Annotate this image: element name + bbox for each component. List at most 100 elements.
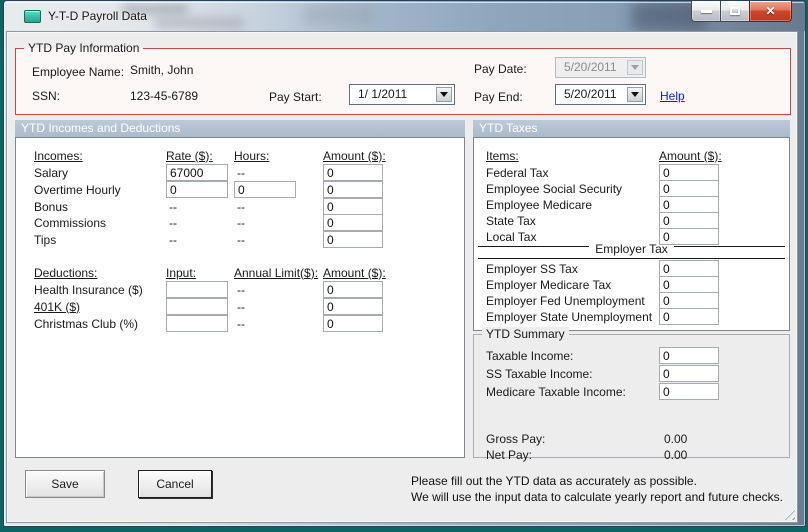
na-dash: --: [237, 299, 245, 314]
pay-date-label: Pay Date:: [474, 62, 527, 76]
table-row: Bonus -- --: [16, 198, 464, 215]
pay-date-dropdown-button: [627, 60, 643, 75]
footer-note-line2: We will use the input data to calculate …: [411, 490, 783, 504]
minimize-button[interactable]: [691, 1, 721, 22]
table-row: Federal Tax: [474, 164, 789, 181]
christmas-club-amount-input[interactable]: [323, 315, 383, 332]
ssn-value: 123-45-6789: [130, 89, 199, 103]
table-row: Health Insurance ($) --: [16, 281, 464, 298]
table-row: SS Taxable Income:: [474, 365, 789, 382]
k401-input[interactable]: [166, 298, 228, 315]
na-dash: --: [237, 199, 245, 214]
table-row: Employer Medicare Tax: [474, 276, 789, 293]
save-button[interactable]: Save: [25, 470, 105, 498]
employer-state-unemployment-amount-input[interactable]: [659, 308, 719, 325]
maximize-button[interactable]: [720, 1, 750, 22]
titlebar-glass-reflection: [304, 5, 374, 25]
table-row: Medicare Taxable Income:: [474, 383, 789, 400]
close-icon: ✕: [765, 4, 776, 18]
dialog-body: YTD Pay Information Employee Name: Smith…: [6, 31, 798, 523]
medicare-taxable-income-input[interactable]: [659, 383, 719, 400]
christmas-club-input[interactable]: [166, 315, 228, 332]
federal-tax-amount-input[interactable]: [659, 164, 719, 181]
deductions-header-row: Deductions: Input: Annual Limit($): Amou…: [34, 265, 386, 280]
health-insurance-amount-input[interactable]: [323, 281, 383, 298]
salary-rate-input[interactable]: [166, 164, 228, 181]
pay-date-value: 5/20/2011: [564, 60, 617, 74]
pay-start-dropdown-button[interactable]: [436, 87, 452, 102]
pay-end-dropdown[interactable]: 5/20/2011: [555, 84, 646, 105]
na-dash: --: [169, 199, 177, 214]
incomes-header-row: Incomes: Rate ($): Hours: Amount ($):: [34, 148, 386, 163]
ss-taxable-income-input[interactable]: [659, 365, 719, 382]
employer-fed-unemployment-amount-input[interactable]: [659, 292, 719, 309]
k401-link[interactable]: 401K ($): [34, 300, 166, 314]
pay-end-label: Pay End:: [474, 90, 523, 104]
na-dash: --: [237, 282, 245, 297]
health-insurance-input[interactable]: [166, 281, 228, 298]
incomes-panel: Incomes: Rate ($): Hours: Amount ($): Sa…: [15, 137, 465, 458]
pay-start-value: 1/ 1/2011: [358, 87, 408, 101]
employee-medicare-amount-input[interactable]: [659, 196, 719, 213]
taxes-panel: Items: Amount ($): Federal Tax Employee …: [473, 137, 790, 331]
resize-grip[interactable]: [782, 507, 795, 520]
cancel-button[interactable]: Cancel: [138, 470, 212, 498]
row-label: Commissions: [34, 215, 107, 230]
pay-start-label: Pay Start:: [269, 90, 322, 104]
minimize-icon: [700, 9, 712, 13]
app-icon: [24, 10, 41, 23]
taxes-section-header: YTD Taxes: [473, 120, 790, 137]
table-row: State Tax: [474, 212, 789, 229]
ssn-label: SSN:: [32, 89, 61, 103]
employee-name-label: Employee Name:: [32, 65, 125, 79]
commissions-amount-input[interactable]: [323, 214, 383, 231]
table-row: Taxable Income:: [474, 347, 789, 364]
overtime-hours-input[interactable]: [234, 181, 296, 198]
maximize-icon: [730, 7, 740, 15]
table-row: Employer State Unemployment: [474, 308, 789, 325]
incomes-section-header: YTD Incomes and Deductions: [15, 120, 465, 137]
employer-tax-divider: Employer Tax: [478, 242, 785, 259]
state-tax-amount-input[interactable]: [659, 212, 719, 229]
table-row: Overtime Hourly: [16, 181, 464, 198]
ytd-pay-information-group: YTD Pay Information Employee Name: Smith…: [15, 41, 791, 115]
payroll-dialog-window: Y-T-D Payroll Data ✕ YTD Pay Information…: [3, 0, 806, 527]
row-label: Overtime Hourly: [34, 182, 121, 197]
pay-end-dropdown-button[interactable]: [627, 87, 643, 102]
row-label: Medicare Taxable Income:: [486, 384, 626, 399]
salary-amount-input[interactable]: [323, 164, 383, 181]
overtime-rate-input[interactable]: [166, 181, 228, 198]
net-pay-row: Net Pay: 0.00: [474, 446, 789, 463]
na-dash: --: [169, 232, 177, 247]
k401-amount-input[interactable]: [323, 298, 383, 315]
row-label: Christmas Club (%): [34, 316, 139, 331]
tips-amount-input[interactable]: [323, 231, 383, 248]
employee-social-security-amount-input[interactable]: [659, 180, 719, 197]
window-controls: ✕: [691, 1, 792, 23]
footer-note: Please fill out the YTD data as accurate…: [411, 473, 783, 505]
group-label: YTD Pay Information: [24, 41, 144, 55]
row-label: Tips: [34, 232, 57, 247]
employer-medicare-tax-amount-input[interactable]: [659, 276, 719, 293]
window-title: Y-T-D Payroll Data: [48, 9, 147, 23]
gross-pay-row: Gross Pay: 0.00: [474, 430, 789, 447]
table-row: Employer Fed Unemployment: [474, 292, 789, 309]
row-label: Salary: [34, 165, 69, 180]
bonus-amount-input[interactable]: [323, 198, 383, 215]
pay-start-dropdown[interactable]: 1/ 1/2011: [349, 84, 455, 105]
table-row: Employer SS Tax: [474, 260, 789, 277]
help-link[interactable]: Help: [660, 89, 685, 103]
row-label: Employer SS Tax: [486, 261, 578, 276]
group-label: YTD Summary: [482, 327, 569, 341]
overtime-amount-input[interactable]: [323, 181, 383, 198]
gross-pay-value: 0.00: [664, 431, 688, 446]
close-button[interactable]: ✕: [749, 1, 792, 22]
employer-tax-heading: Employer Tax: [595, 242, 668, 256]
table-row: Commissions -- --: [16, 214, 464, 231]
employer-ss-tax-amount-input[interactable]: [659, 260, 719, 277]
na-dash: --: [237, 215, 245, 230]
taxable-income-input[interactable]: [659, 347, 719, 364]
na-dash: --: [237, 316, 245, 331]
window-titlebar[interactable]: Y-T-D Payroll Data: [4, 1, 805, 31]
row-label: Employer Fed Unemployment: [486, 293, 645, 308]
